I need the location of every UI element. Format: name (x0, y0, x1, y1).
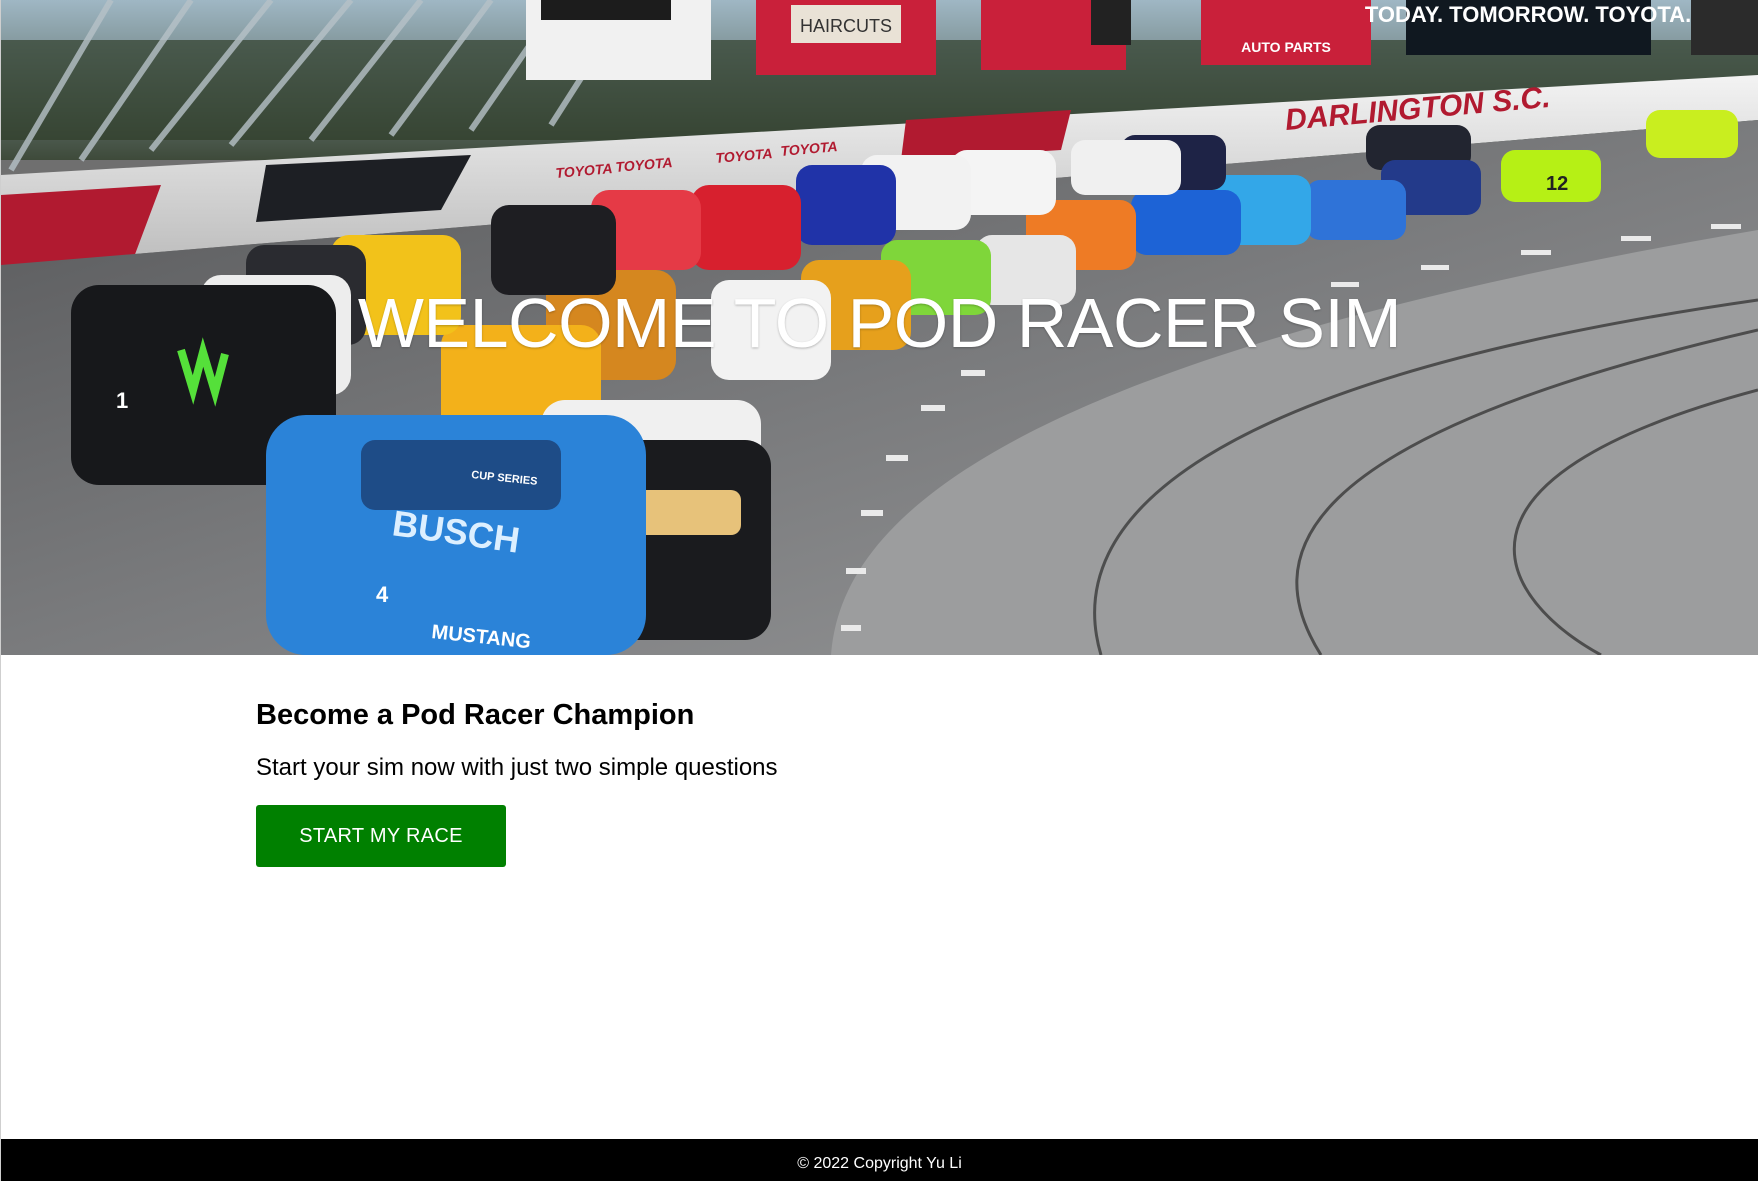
car-number-12: 12 (1546, 173, 1568, 195)
billboard-slogan-text: TODAY. TOMORROW. TOYOTA. (1365, 2, 1691, 27)
hero-banner: HAIRCUTS AUTO PARTS TODAY. TOMORROW. TOY… (1, 0, 1758, 655)
car-number-4: 4 (376, 582, 389, 607)
main-content: Become a Pod Racer Champion Start your s… (256, 695, 1456, 867)
page: HAIRCUTS AUTO PARTS TODAY. TOMORROW. TOY… (0, 0, 1758, 1181)
copyright-text: © 2022 Copyright Yu Li (797, 1155, 962, 1172)
car-number-1: 1 (116, 388, 128, 413)
section-description: Start your sim now with just two simple … (256, 754, 778, 781)
section-heading: Become a Pod Racer Champion (256, 699, 695, 731)
billboard-haircuts-text: HAIRCUTS (800, 16, 892, 36)
footer: © 2022 Copyright Yu Li (1, 1139, 1758, 1181)
hero-title: WELCOME TO POD RACER SIM (357, 284, 1402, 362)
start-race-button[interactable]: START MY RACE (256, 805, 506, 867)
billboard-autoparts-text: AUTO PARTS (1241, 39, 1331, 55)
